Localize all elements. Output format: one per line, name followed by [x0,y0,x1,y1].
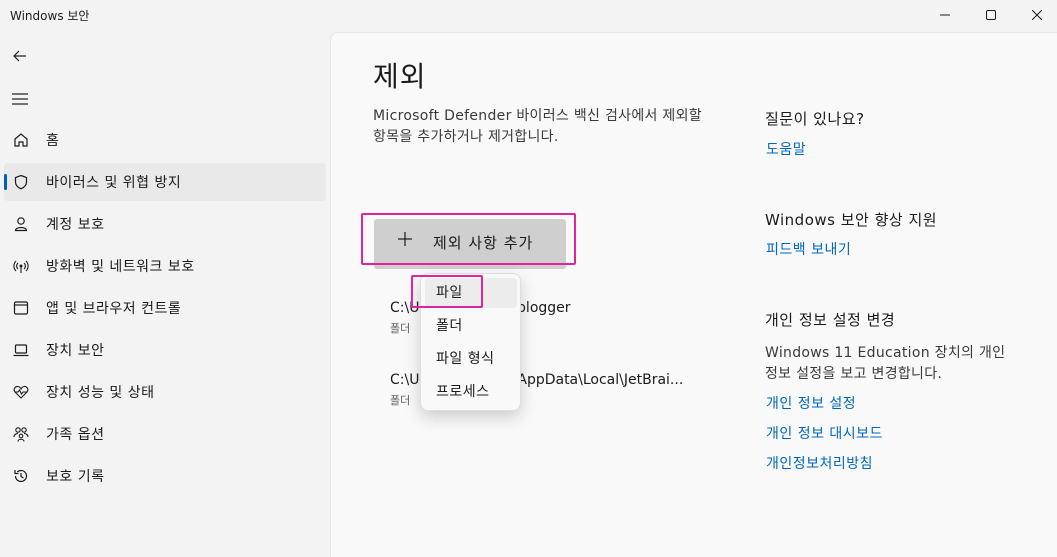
sidebar-item-family-options[interactable]: 가족 옵션 [4,415,326,453]
sidebar-item-firewall[interactable]: 방화벽 및 네트워크 보호 [4,247,326,285]
minimize-icon [940,14,950,16]
improve-heading: Windows 보안 향상 지원 [765,211,938,229]
menu-item-process[interactable]: 프로세스 [425,377,517,407]
sidebar-item-account-protection[interactable]: 계정 보호 [4,205,326,243]
privacy-dashboard-link[interactable]: 개인 정보 대시보드 [766,423,883,443]
feedback-link[interactable]: 피드백 보내기 [766,239,851,259]
annotation-highlight-box [411,275,483,308]
app-window-icon [12,299,30,317]
sidebar-item-protection-history[interactable]: 보호 기록 [4,457,326,495]
family-icon [12,425,30,443]
title-bar: Windows 보안 [0,0,1057,32]
history-icon [12,467,30,485]
home-icon [12,131,30,149]
sidebar-item-label: 보호 기록 [46,469,105,485]
page-title: 제외 [373,60,427,93]
sidebar-item-home[interactable]: 홈 [4,121,326,159]
shield-icon [12,173,30,191]
app-title: Windows 보안 [10,9,90,23]
close-button[interactable] [1014,0,1057,30]
maximize-icon [986,10,996,20]
laptop-icon [12,341,30,359]
sidebar-item-label: 장치 보안 [46,343,105,359]
menu-item-file-type[interactable]: 파일 형식 [425,344,517,374]
page-description: Microsoft Defender 바이러스 백신 검사에서 제외할 항목을 … [373,108,702,145]
sidebar-item-label: 바이러스 및 위협 방지 [46,175,182,191]
privacy-heading: 개인 정보 설정 변경 [765,311,896,329]
sidebar-item-label: 방화벽 및 네트워크 보호 [46,259,195,275]
sidebar-item-label: 홈 [46,133,60,149]
selection-indicator [4,174,7,190]
wireless-icon [12,257,30,275]
menu-toggle-button[interactable] [6,85,34,113]
privacy-settings-link[interactable]: 개인 정보 설정 [766,393,856,413]
main-content: 제외 Microsoft Defender 바이러스 백신 검사에서 제외할 항… [330,32,1057,557]
minimize-button[interactable] [922,0,968,30]
help-heading: 질문이 있나요? [765,110,865,128]
help-link[interactable]: 도움말 [766,139,806,159]
sidebar-item-label: 가족 옵션 [46,427,105,443]
sidebar-item-label: 장치 성능 및 상태 [46,385,155,401]
annotation-highlight-box [361,213,576,265]
back-arrow-icon [13,50,26,62]
sidebar-item-virus-protection[interactable]: 바이러스 및 위협 방지 [4,163,326,201]
menu-item-folder[interactable]: 폴더 [425,311,517,341]
sidebar: 홈 바이러스 및 위협 방지 계정 보호 방화벽 및 네트워크 보호 앱 및 브… [0,32,330,557]
heart-pulse-icon [12,383,30,401]
sidebar-item-device-performance[interactable]: 장치 성능 및 상태 [4,373,326,411]
back-button[interactable] [6,42,34,70]
privacy-description: Windows 11 Education 장치의 개인 정보 설정을 보고 변경… [765,345,1006,382]
sidebar-item-device-security[interactable]: 장치 보안 [4,331,326,369]
sidebar-item-label: 계정 보호 [46,217,105,233]
maximize-button[interactable] [968,0,1014,30]
hamburger-menu-icon [12,93,28,105]
sidebar-item-app-browser-control[interactable]: 앱 및 브라우저 컨트롤 [4,289,326,327]
person-icon [12,215,30,233]
close-icon [1032,10,1042,20]
sidebar-item-label: 앱 및 브라우저 컨트롤 [46,301,182,317]
privacy-policy-link[interactable]: 개인정보처리방침 [766,453,873,473]
